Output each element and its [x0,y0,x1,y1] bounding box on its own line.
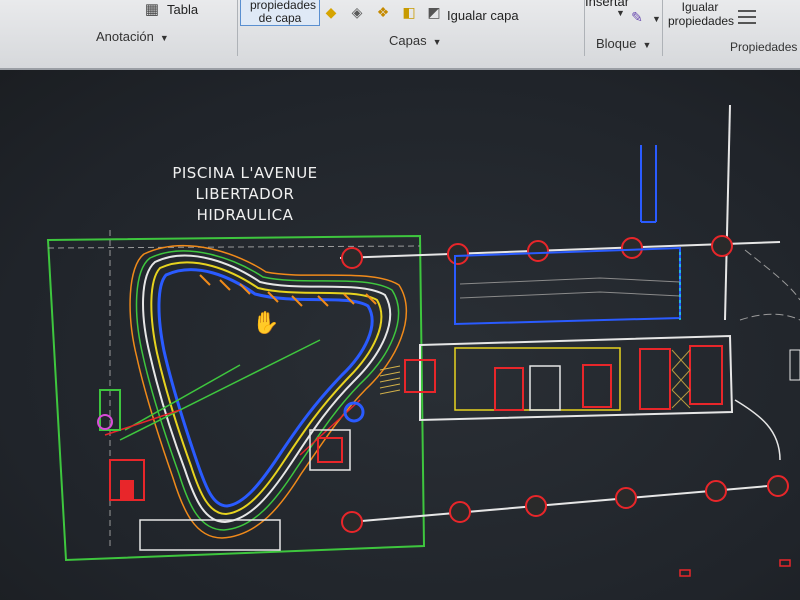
chevron-down-icon: ▼ [642,40,652,50]
chevron-down-icon[interactable]: ▼ [652,14,661,24]
pan-hand-cursor-icon: ✋ [252,310,280,335]
drawing-title-line: PISCINA L'AVENUE [172,164,318,182]
panel-title-propiedades[interactable]: Propiedades [730,40,797,54]
layer-properties-label: propiedades de capa [250,0,317,25]
panel-divider [662,0,663,56]
match-layer-icon[interactable]: ◩ [425,3,443,21]
building-zone [454,347,621,411]
lineweight-swatch[interactable] [738,16,756,18]
ribbon: ▦ Tabla Anotación ▼ propiedades de capa ◆… [0,0,800,70]
tank-outline [454,246,681,326]
chevron-down-icon[interactable]: ▼ [616,8,625,18]
panel-title-capas[interactable]: Capas ▼ [389,33,442,48]
guide-line [47,245,421,249]
layer-freeze-icon[interactable]: ◧ [400,3,418,21]
panel-title-bloque-label: Bloque [596,36,637,51]
room-block [494,367,524,411]
igualar-propiedades-button[interactable]: Igualar propiedades [668,0,734,28]
equipment-block [309,429,351,471]
tank-detail [459,291,681,299]
layer-off-icon[interactable]: ◈ [348,3,366,21]
equipment-fill [120,480,134,500]
marker [779,559,791,567]
panel-title-anotacion[interactable]: Anotación ▼ [96,29,169,44]
panel-divider [237,0,238,56]
grid-axis [724,104,731,321]
room-block [529,365,561,411]
driveway-curve [734,399,781,461]
tabla-button[interactable]: Tabla [167,2,198,17]
match-properties-icon[interactable]: ✎ [628,8,646,26]
panel-title-capas-label: Capas [389,33,427,48]
room-block [582,364,612,408]
drawing-title-line: LIBERTADOR [195,185,295,203]
room-block [689,345,723,405]
crosshatch-panel [671,349,691,409]
drawing-title-line: HIDRAULICA [196,206,294,224]
chevron-down-icon: ▼ [159,33,169,43]
edge-block [789,349,800,381]
layer-on-icon[interactable]: ◆ [322,3,340,21]
table-icon[interactable]: ▦ [143,1,161,19]
driveway-curve [744,249,800,301]
panel-title-anotacion-label: Anotación [96,29,154,44]
lineweight-swatch[interactable] [738,22,756,24]
chevron-down-icon: ▼ [432,37,442,47]
driveway-curve [739,313,800,321]
room-block [639,348,671,410]
lineweight-swatch[interactable] [738,10,756,12]
cad-drawing [46,104,800,577]
drawing-area[interactable]: PISCINA L'AVENUE LIBERTADOR HIDRAULICA ✋ [0,70,800,600]
layer-properties-button[interactable]: propiedades de capa [240,0,320,26]
marker [679,569,691,577]
equipment-block [317,437,343,463]
panel-title-bloque[interactable]: Bloque ▼ [596,36,651,51]
tank-detail [459,277,681,285]
layer-isolate-icon[interactable]: ❖ [374,3,392,21]
drawing-title: PISCINA L'AVENUE LIBERTADOR HIDRAULICA [150,163,340,226]
igualar-capa-button[interactable]: Igualar capa [447,8,519,23]
